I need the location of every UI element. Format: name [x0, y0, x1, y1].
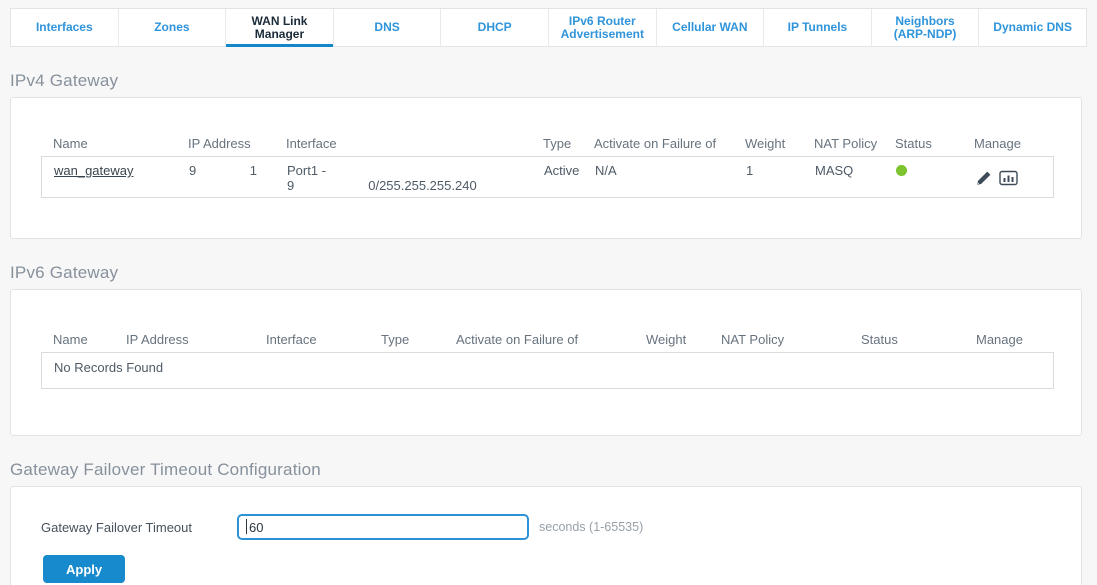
- cell-interface: Port1 - 9 0/255.255.255.240: [275, 157, 532, 197]
- col-ip-address: IP Address: [188, 136, 251, 151]
- col-ip-address: IP Address: [126, 332, 189, 347]
- col-nat-policy: NAT Policy: [814, 136, 878, 151]
- cell-type: Active: [544, 163, 580, 178]
- ipv4-gateway-panel: Name IP Address Interface Type Activate …: [10, 97, 1082, 239]
- top-tab-bar: Interfaces Zones WAN Link Manager DNS DH…: [10, 8, 1087, 47]
- wan-link-manager-page: Interfaces Zones WAN Link Manager DNS DH…: [0, 0, 1097, 585]
- tab-label: Cellular WAN: [672, 20, 748, 34]
- col-weight: Weight: [745, 136, 786, 151]
- tab-dns[interactable]: DNS: [334, 9, 442, 46]
- cell-activate-on-failure-of: N/A: [595, 163, 617, 178]
- tab-label: DHCP: [477, 20, 512, 34]
- tab-ipv6-router-advertisement[interactable]: IPv6 Router Advertisement: [549, 9, 657, 46]
- gateway-name-link[interactable]: wan_gateway: [54, 163, 134, 178]
- failover-panel: Gateway Failover Timeout seconds (1-6553…: [10, 486, 1082, 585]
- table-row: wan_gateway 9 1 Port1 - 9 0/255.255.255.…: [42, 157, 1053, 197]
- ipv6-gateway-section-title: IPv6 Gateway: [10, 263, 119, 282]
- failover-timeout-input[interactable]: [237, 514, 529, 540]
- tab-label: WAN Link Manager: [251, 13, 308, 41]
- unit-hint: seconds (1-65535): [539, 520, 644, 534]
- tab-label: Interfaces: [35, 20, 93, 34]
- tab-zones[interactable]: Zones: [119, 9, 227, 46]
- failover-timeout-label: Gateway Failover Timeout: [41, 519, 193, 535]
- col-status: Status: [861, 332, 898, 347]
- interface-line2: 9 0/255.255.255.240: [287, 178, 520, 193]
- tab-label: IP Tunnels: [787, 20, 848, 34]
- col-activate-on-failure-of: Activate on Failure of: [456, 332, 579, 347]
- ip-fragment-left: 9: [189, 163, 197, 178]
- tab-dynamic-dns[interactable]: Dynamic DNS: [979, 9, 1086, 46]
- failover-timeout-row: Gateway Failover Timeout seconds (1-6553…: [41, 514, 1054, 540]
- cell-name: wan_gateway: [42, 157, 177, 197]
- edit-pencil-icon[interactable]: [975, 170, 992, 187]
- failover-section-title: Gateway Failover Timeout Configuration: [10, 460, 321, 479]
- tab-label: Neighbors (ARP-NDP): [893, 13, 957, 41]
- interface-line2-right: 0/255.255.255.240: [368, 178, 477, 193]
- col-weight: Weight: [646, 332, 687, 347]
- cell-status: [884, 157, 963, 197]
- ipv4-table-header: Name IP Address Interface Type Activate …: [41, 134, 1054, 154]
- text-caret: [246, 519, 247, 534]
- tab-label: Zones: [154, 20, 190, 34]
- tab-interfaces[interactable]: Interfaces: [11, 9, 119, 46]
- interface-line1: Port1 -: [287, 163, 327, 178]
- col-name: Name: [53, 136, 88, 151]
- apply-button[interactable]: Apply: [43, 555, 126, 583]
- tab-label: DNS: [374, 20, 400, 34]
- interface-line2-left: 9: [287, 178, 295, 193]
- no-records-row: No Records Found: [41, 352, 1054, 389]
- col-name: Name: [53, 332, 88, 347]
- tab-cellular-wan[interactable]: Cellular WAN: [657, 9, 765, 46]
- col-type: Type: [381, 332, 410, 347]
- ipv4-gateway-section-title: IPv4 Gateway: [10, 71, 119, 90]
- ipv4-table-body: wan_gateway 9 1 Port1 - 9 0/255.255.255.…: [41, 156, 1054, 198]
- cell-manage: [963, 157, 1053, 197]
- tab-ip-tunnels[interactable]: IP Tunnels: [764, 9, 872, 46]
- failover-timeout-input-wrap: [237, 514, 529, 540]
- col-activate-on-failure-of: Activate on Failure of: [594, 136, 717, 151]
- col-nat-policy: NAT Policy: [721, 332, 785, 347]
- cell-ip-address: 9 1: [177, 157, 275, 197]
- tab-label: Dynamic DNS: [993, 20, 1072, 34]
- ipv6-table-header: Name IP Address Interface Type Activate …: [41, 330, 1054, 350]
- cell-nat-policy: MASQ: [815, 163, 854, 178]
- ip-fragment-right: 1: [249, 163, 257, 178]
- col-manage: Manage: [974, 136, 1021, 151]
- col-status: Status: [895, 136, 932, 151]
- tab-neighbors-arp-ndp[interactable]: Neighbors (ARP-NDP): [872, 9, 980, 46]
- cell-weight: 1: [746, 163, 754, 178]
- tab-dhcp[interactable]: DHCP: [441, 9, 549, 46]
- col-manage: Manage: [976, 332, 1023, 347]
- usage-chart-icon[interactable]: [999, 170, 1018, 186]
- col-interface: Interface: [266, 332, 317, 347]
- status-up-indicator: [896, 165, 907, 176]
- col-type: Type: [543, 136, 572, 151]
- ipv6-gateway-panel: Name IP Address Interface Type Activate …: [10, 289, 1082, 436]
- col-interface: Interface: [286, 136, 337, 151]
- tab-wan-link-manager[interactable]: WAN Link Manager: [226, 9, 334, 47]
- tab-label: IPv6 Router Advertisement: [560, 13, 644, 41]
